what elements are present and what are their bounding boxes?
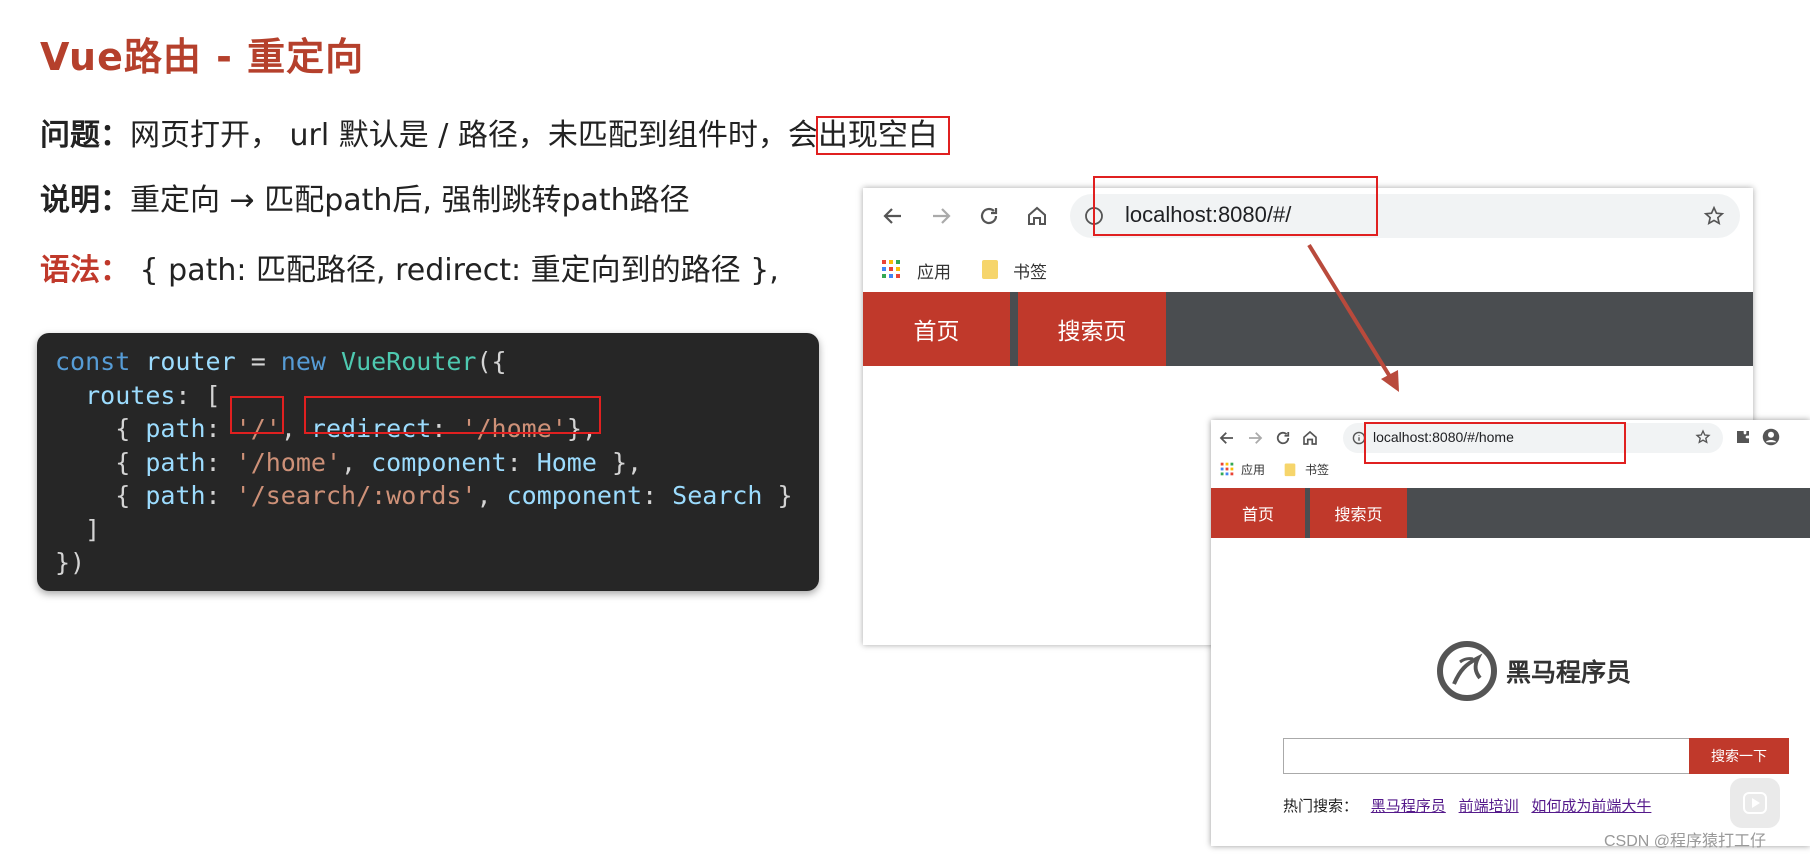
browser-window-home: localhost:8080/#/home 应用 书签 首页 搜索页 黑马程序员… bbox=[1211, 420, 1810, 846]
bookmark-bookmarks[interactable]: 书签 bbox=[1013, 258, 1047, 283]
extension-icon[interactable] bbox=[1733, 427, 1753, 447]
code-text: const router = new VueRouter({ routes: [… bbox=[55, 347, 793, 577]
syntax-label: 语法： bbox=[40, 253, 130, 288]
explain-line: 说明：重定向 → 匹配path后, 强制跳转path路径 bbox=[40, 175, 690, 219]
search-input[interactable] bbox=[1283, 738, 1693, 774]
hot-link[interactable]: 前端培训 bbox=[1459, 797, 1519, 815]
back-icon[interactable] bbox=[1215, 426, 1239, 450]
bookmark-apps[interactable]: 应用 bbox=[1241, 461, 1265, 478]
app-nav: 首页 搜索页 bbox=[863, 292, 1753, 366]
app-nav: 首页 搜索页 bbox=[1211, 488, 1810, 538]
nav-home[interactable]: 首页 bbox=[1211, 488, 1305, 538]
problem-highlight: 出现空白 bbox=[815, 116, 950, 155]
apps-grid-icon[interactable] bbox=[1220, 462, 1234, 476]
nav-search[interactable]: 搜索页 bbox=[1018, 292, 1166, 366]
forward-icon[interactable] bbox=[1243, 426, 1267, 450]
url-highlight bbox=[1093, 176, 1378, 236]
hot-search: 热门搜索： 黑马程序员 前端培训 如何成为前端大牛 bbox=[1283, 795, 1651, 816]
nav-home[interactable]: 首页 bbox=[863, 292, 1010, 366]
home-icon[interactable] bbox=[1298, 426, 1322, 450]
reload-icon[interactable] bbox=[973, 200, 1005, 232]
play-icon[interactable] bbox=[1730, 778, 1780, 828]
apps-grid-icon[interactable] bbox=[881, 259, 901, 279]
problem-label: 问题： bbox=[40, 118, 130, 153]
folder-icon bbox=[1283, 461, 1297, 477]
home-icon[interactable] bbox=[1021, 200, 1053, 232]
logo-text: 黑马程序员 bbox=[1506, 658, 1632, 687]
watermark: CSDN @程序猿打工仔 bbox=[1604, 833, 1767, 850]
hot-link[interactable]: 黑马程序员 bbox=[1371, 797, 1446, 815]
reload-icon[interactable] bbox=[1271, 426, 1295, 450]
horse-logo-icon bbox=[1437, 641, 1497, 701]
search-button[interactable]: 搜索一下 bbox=[1689, 738, 1789, 774]
star-icon[interactable] bbox=[1702, 204, 1726, 228]
back-icon[interactable] bbox=[877, 200, 909, 232]
bookmark-bookmarks[interactable]: 书签 bbox=[1305, 461, 1329, 478]
code-block: const router = new VueRouter({ routes: [… bbox=[37, 333, 819, 591]
explain-label: 说明： bbox=[40, 183, 130, 218]
problem-text: 网页打开， url 默认是 / 路径，未匹配到组件时，会 bbox=[130, 118, 818, 153]
redirect-highlight bbox=[304, 396, 601, 434]
syntax-line: 语法： { path: 匹配路径, redirect: 重定向到的路径 }, bbox=[40, 245, 779, 289]
hot-label: 热门搜索： bbox=[1283, 797, 1359, 815]
bookmarks-bar: 应用 书签 bbox=[863, 244, 1753, 294]
forward-icon[interactable] bbox=[925, 200, 957, 232]
syntax-text: { path: 匹配路径, redirect: 重定向到的路径 }, bbox=[130, 253, 779, 288]
nav-search[interactable]: 搜索页 bbox=[1310, 488, 1407, 538]
star-icon[interactable] bbox=[1693, 427, 1713, 447]
brand-logo: 黑马程序员 bbox=[1436, 640, 1631, 702]
url-highlight bbox=[1364, 422, 1626, 464]
slide-title: Vue路由 - 重定向 bbox=[40, 35, 365, 79]
profile-icon[interactable] bbox=[1761, 427, 1781, 447]
path-slash-highlight bbox=[230, 396, 284, 434]
problem-line: 问题：网页打开， url 默认是 / 路径，未匹配到组件时，会出现空白 bbox=[40, 110, 950, 155]
folder-icon bbox=[979, 258, 1001, 280]
explain-text: 重定向 → 匹配path后, 强制跳转path路径 bbox=[130, 183, 690, 218]
hot-link[interactable]: 如何成为前端大牛 bbox=[1531, 797, 1651, 815]
bookmark-apps[interactable]: 应用 bbox=[917, 258, 951, 283]
